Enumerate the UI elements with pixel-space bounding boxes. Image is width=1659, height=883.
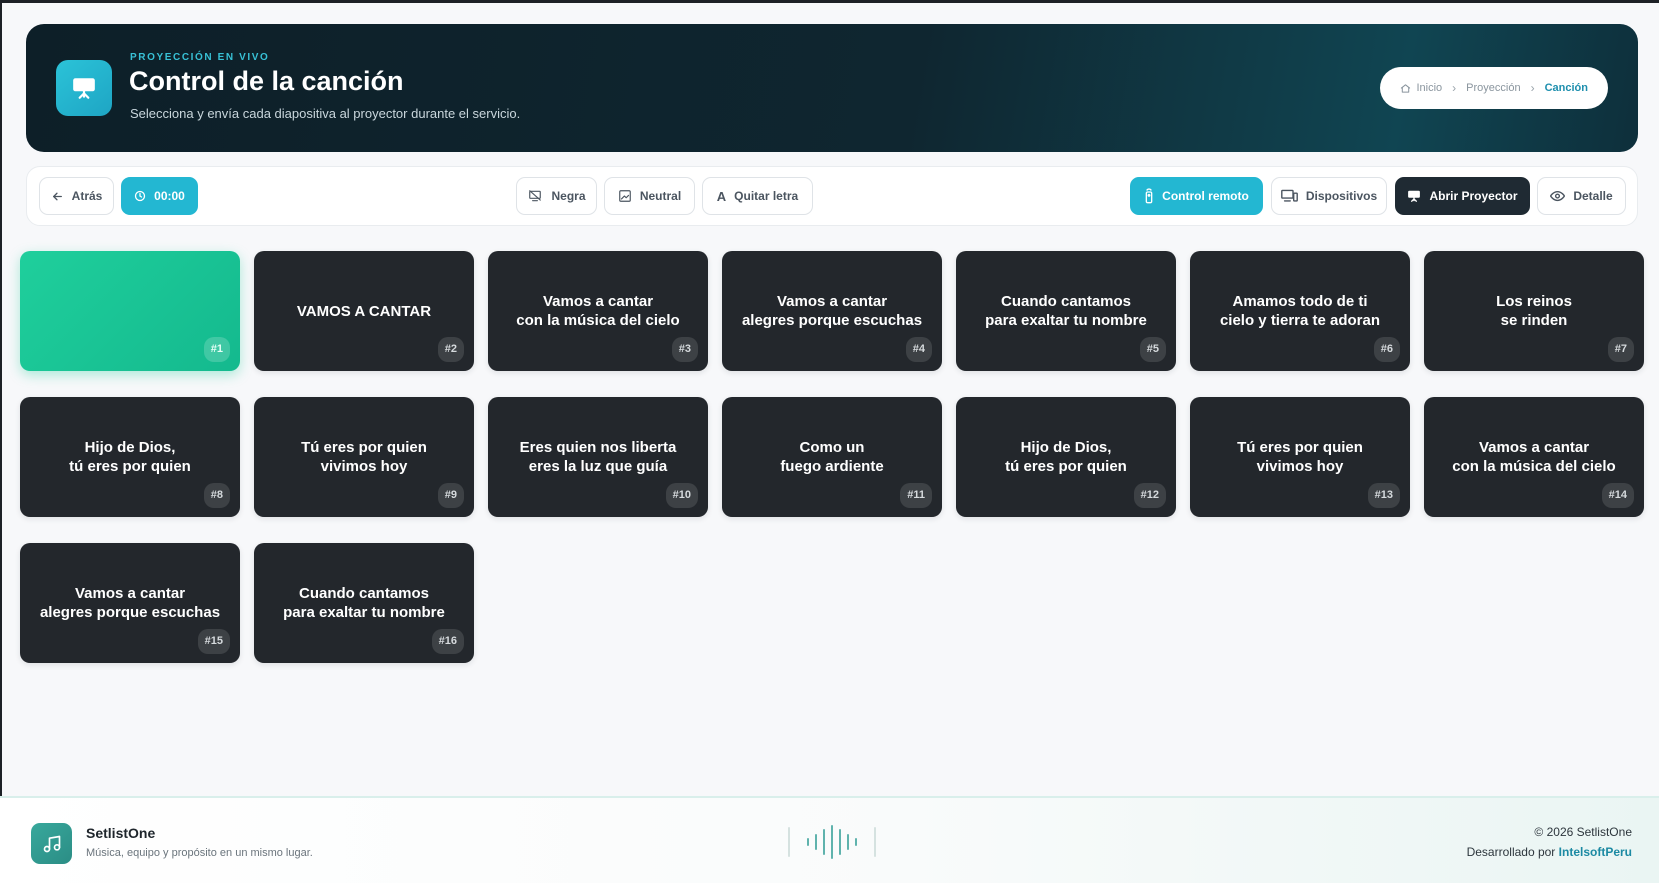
slide-card[interactable]: Amamos todo de ti cielo y tierra te ador… (1190, 251, 1410, 371)
slide-text: Amamos todo de ti cielo y tierra te ador… (1219, 293, 1381, 329)
neutral-screen-button[interactable]: Neutral (604, 177, 695, 215)
black-screen-button[interactable]: Negra (516, 177, 597, 215)
open-projector-button[interactable]: Abrir Proyector (1395, 177, 1530, 215)
slide-number-badge: #10 (665, 483, 698, 508)
developer-credit: Desarrollado por IntelsoftPeru (1467, 845, 1632, 859)
slide-card[interactable]: Hijo de Dios, tú eres por quien #8 (20, 397, 240, 517)
slide-number-badge: #3 (671, 337, 698, 362)
monitor-off-icon (529, 190, 542, 202)
slide-card[interactable]: Vamos a cantar alegres porque escuchas #1… (20, 543, 240, 663)
slide-number-badge: #11 (900, 483, 932, 508)
slide-number-badge: #4 (905, 337, 932, 362)
remote-control-label: Control remoto (1162, 189, 1249, 203)
slide-number-badge: #14 (1601, 483, 1634, 508)
projector-icon (56, 60, 112, 116)
window-top-edge (0, 0, 1659, 3)
slide-card[interactable]: Vamos a cantar alegres porque escuchas #4 (722, 251, 942, 371)
devices-button[interactable]: Dispositivos (1271, 177, 1387, 215)
remote-control-button[interactable]: Control remoto (1130, 177, 1263, 215)
slide-card[interactable]: Cuando cantamos para exaltar tu nombre #1… (254, 543, 474, 663)
slide-card[interactable]: Tú eres por quien vivimos hoy #9 (254, 397, 474, 517)
slide-number-badge: #9 (437, 483, 464, 508)
toolbar: Atrás 00:00 Negra Neutral A Quitar letra… (26, 166, 1638, 226)
page-subtitle: Selecciona y envía cada diapositiva al p… (130, 106, 521, 121)
breadcrumb-current: Canción (1544, 82, 1588, 94)
slide-text: Vamos a cantar con la música del cielo (516, 293, 680, 329)
open-projector-label: Abrir Proyector (1429, 189, 1518, 203)
projector-icon (1408, 190, 1421, 202)
text-a-icon: A (716, 188, 727, 204)
slide-number-badge: #1 (203, 337, 230, 362)
devices-label: Dispositivos (1305, 189, 1378, 203)
neutral-screen-label: Neutral (639, 189, 682, 203)
breadcrumb-home-label: Inicio (1416, 82, 1443, 94)
slide-card[interactable]: Eres quien nos liberta eres la luz que g… (488, 397, 708, 517)
slide-number-badge: #15 (197, 629, 230, 654)
slide-text: Cuando cantamos para exaltar tu nombre (985, 293, 1147, 329)
eye-icon (1550, 190, 1566, 202)
slide-text: Cuando cantamos para exaltar tu nombre (283, 585, 445, 621)
slide-text: VAMOS A CANTAR (296, 302, 432, 320)
timer-value: 00:00 (154, 189, 185, 203)
header-eyebrow: PROYECCIÓN EN VIVO (130, 52, 270, 63)
clear-lyrics-label: Quitar letra (734, 189, 799, 203)
slide-number-badge: #7 (1607, 337, 1634, 362)
copyright: © 2026 SetlistOne (1534, 825, 1632, 839)
slide-text: Eres quien nos liberta eres la luz que g… (519, 439, 677, 475)
slide-card[interactable]: Vamos a cantar con la música del cielo #3 (488, 251, 708, 371)
chevron-right-icon: › (1452, 81, 1457, 95)
slide-text: Hijo de Dios, tú eres por quien (1005, 439, 1127, 475)
breadcrumb-projection[interactable]: Proyección (1466, 82, 1520, 94)
detail-label: Detalle (1573, 189, 1613, 203)
slide-card[interactable]: VAMOS A CANTAR #2 (254, 251, 474, 371)
home-icon (1401, 83, 1411, 93)
slide-text: Los reinos se rinden (1496, 293, 1572, 329)
footer: SetlistOne Música, equipo y propósito en… (0, 796, 1659, 883)
slide-number-badge: #12 (1133, 483, 1166, 508)
brand-name: SetlistOne (86, 825, 156, 841)
slide-card[interactable]: Los reinos se rinden #7 (1424, 251, 1644, 371)
clock-icon (134, 190, 146, 202)
slide-card[interactable]: Como un fuego ardiente #11 (722, 397, 942, 517)
breadcrumb-home[interactable]: Inicio (1400, 82, 1442, 94)
slide-card[interactable]: Tú eres por quien vivimos hoy #13 (1190, 397, 1410, 517)
slide-text: Hijo de Dios, tú eres por quien (69, 439, 191, 475)
slide-number-badge: #5 (1139, 337, 1166, 362)
chevron-right-icon: › (1530, 81, 1535, 95)
slide-number-badge: #8 (203, 483, 230, 508)
slide-card[interactable]: Hijo de Dios, tú eres por quien #12 (956, 397, 1176, 517)
slide-text: Tú eres por quien vivimos hoy (301, 439, 427, 475)
slide-text: Vamos a cantar con la música del cielo (1452, 439, 1616, 475)
slide-text: Como un fuego ardiente (780, 439, 884, 475)
back-button-label: Atrás (71, 189, 103, 203)
slide-number-badge: #2 (437, 337, 464, 362)
sound-wave-icon (788, 825, 876, 859)
slide-card[interactable]: Vamos a cantar con la música del cielo #1… (1424, 397, 1644, 517)
slide-card[interactable]: #1 (20, 251, 240, 371)
slide-number-badge: #6 (1373, 337, 1400, 362)
slide-card[interactable]: Cuando cantamos para exaltar tu nombre #5 (956, 251, 1176, 371)
arrow-left-icon (52, 192, 62, 200)
credit-link[interactable]: IntelsoftPeru (1559, 845, 1632, 859)
slide-number-badge: #16 (431, 629, 464, 654)
timer-button[interactable]: 00:00 (121, 177, 198, 215)
image-icon (618, 190, 631, 202)
detail-button[interactable]: Detalle (1537, 177, 1626, 215)
slide-text: Vamos a cantar alegres porque escuchas (39, 585, 221, 621)
brand-tagline: Música, equipo y propósito en un mismo l… (86, 847, 313, 859)
window-left-edge (0, 0, 2, 883)
music-note-icon (31, 823, 72, 864)
remote-icon (1145, 188, 1153, 204)
page-title: Control de la canción (129, 66, 404, 96)
clear-lyrics-button[interactable]: A Quitar letra (702, 177, 813, 215)
black-screen-label: Negra (551, 189, 586, 203)
slide-text: Tú eres por quien vivimos hoy (1237, 439, 1363, 475)
back-button[interactable]: Atrás (39, 177, 114, 215)
credit-prefix: Desarrollado por (1466, 845, 1556, 859)
slide-number-badge: #13 (1367, 483, 1400, 508)
slide-text: Vamos a cantar alegres porque escuchas (741, 293, 923, 329)
page-header: PROYECCIÓN EN VIVO Control de la canción… (26, 24, 1638, 152)
breadcrumb: Inicio › Proyección › Canción (1380, 67, 1608, 109)
devices-icon (1280, 189, 1298, 202)
